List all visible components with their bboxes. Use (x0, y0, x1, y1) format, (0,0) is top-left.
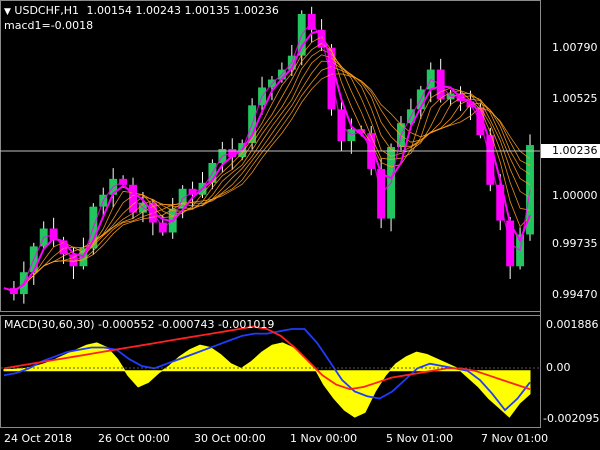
price-tick: 1.00236 (552, 144, 598, 157)
price-tick: 1.00790 (552, 41, 598, 54)
macd-tick: 0.00 (546, 361, 571, 374)
symbol-timeframe: USDCHF,H1 (14, 4, 79, 17)
time-tick: 1 Nov 00:00 (290, 432, 358, 445)
macd-plot[interactable] (3, 325, 531, 418)
macd-tick: 0.001886 (546, 318, 599, 331)
time-tick: 30 Oct 00:00 (194, 432, 266, 445)
macd-tick: -0.002095 (543, 412, 600, 425)
indicator-readout: macd1=-0.0018 (4, 19, 94, 32)
macd-indicator-label: MACD(30,60,30) -0.000552 -0.000743 -0.00… (4, 318, 275, 331)
dropdown-arrow-icon[interactable]: ▼ (4, 7, 11, 17)
time-tick: 26 Oct 00:00 (98, 432, 170, 445)
price-tick: 1.00000 (552, 189, 598, 202)
price-tick: 0.99735 (552, 237, 598, 250)
chart-area[interactable] (0, 0, 600, 450)
ohlc-values: 1.00154 1.00243 1.00135 1.00236 (86, 4, 279, 17)
time-tick: 5 Nov 01:00 (386, 432, 454, 445)
time-tick: 7 Nov 01:00 (481, 432, 549, 445)
price-tick: 1.00525 (552, 92, 598, 105)
symbol-header: ▼ USDCHF,H1 1.00154 1.00243 1.00135 1.00… (4, 4, 279, 19)
price-tick: 0.99470 (552, 288, 598, 301)
macd-histogram (3, 342, 531, 418)
time-tick: 24 Oct 2018 (4, 432, 73, 445)
price-plot[interactable] (3, 6, 534, 304)
